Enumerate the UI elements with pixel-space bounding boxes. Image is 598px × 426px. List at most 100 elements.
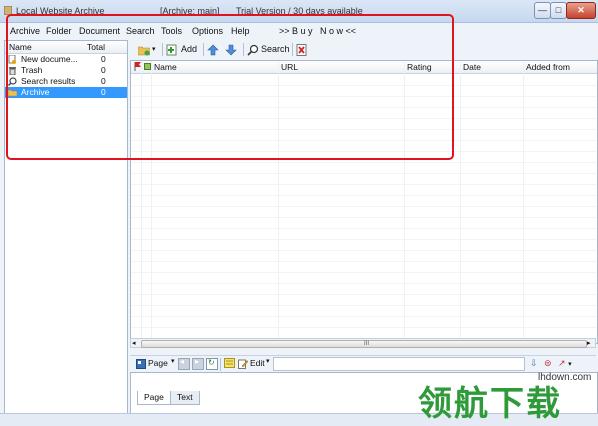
folder-item-search-results[interactable]: Search results 0: [5, 76, 127, 87]
header-name[interactable]: Name: [9, 42, 32, 52]
address-field[interactable]: [273, 357, 525, 371]
flag-icon[interactable]: [134, 62, 141, 71]
add-icon: [166, 44, 178, 56]
buy-now-link[interactable]: >> B u y N o w <<: [279, 26, 356, 36]
column-url[interactable]: URL: [281, 62, 298, 72]
folder-item-count: 0: [101, 54, 106, 64]
title-bar: Local Website Archive [Archive: main] Tr…: [0, 0, 598, 23]
scroll-right-icon[interactable]: ▸: [587, 339, 591, 347]
search-label: Search: [261, 44, 290, 54]
status-icon[interactable]: [144, 63, 151, 70]
minimize-button[interactable]: —: [534, 2, 551, 19]
column-added-from[interactable]: Added from: [526, 62, 570, 72]
back-button[interactable]: ◂: [178, 357, 190, 370]
menu-bar: Archive Folder Document Search Tools Opt…: [0, 23, 598, 39]
new-document-icon: [8, 55, 17, 64]
folder-item-label: Archive: [21, 87, 50, 97]
folder-panel-header: Name Total: [5, 41, 127, 54]
column-divider: [523, 61, 524, 343]
move-down-button[interactable]: [225, 41, 238, 58]
chevron-down-icon: ▾: [152, 46, 156, 53]
row-line: [131, 250, 597, 251]
toolbar-divider: [292, 43, 293, 56]
menu-search[interactable]: Search: [126, 26, 155, 36]
move-up-button[interactable]: [207, 41, 220, 58]
add-label: Add: [181, 44, 198, 54]
maximize-button[interactable]: □: [550, 2, 567, 19]
notes-button[interactable]: [224, 358, 235, 368]
column-rating[interactable]: Rating: [407, 62, 432, 72]
menu-help[interactable]: Help: [231, 26, 250, 36]
row-line: [131, 316, 597, 317]
search-icon: [8, 77, 17, 86]
chevron-down-icon: ▾: [171, 358, 175, 365]
menu-folder[interactable]: Folder: [46, 26, 72, 36]
close-button[interactable]: ✕: [566, 2, 596, 19]
folder-item-label: Trash: [21, 65, 43, 75]
folder-item-label: New docume...: [21, 54, 78, 64]
row-line: [131, 173, 597, 174]
magnifier-icon: [247, 44, 259, 56]
column-date[interactable]: Date: [463, 62, 481, 72]
folder-item-count: 0: [101, 65, 106, 75]
external-link-icon: ↗: [558, 358, 566, 368]
column-divider: [404, 61, 405, 343]
row-line: [131, 217, 597, 218]
row-line: [131, 151, 597, 152]
row-line: [131, 129, 597, 130]
scrollbar-thumb[interactable]: III: [141, 340, 587, 348]
row-line: [131, 96, 597, 97]
row-line: [131, 107, 597, 108]
row-line: [131, 184, 597, 185]
open-external-button[interactable]: ↗ ▾: [558, 358, 572, 369]
notes-icon: [224, 358, 235, 368]
menu-archive[interactable]: Archive: [10, 26, 40, 36]
folder-item-archive[interactable]: Archive 0: [5, 87, 127, 98]
download-button[interactable]: ⇩: [530, 358, 538, 369]
row-line: [131, 327, 597, 328]
row-line: [131, 261, 597, 262]
chevron-down-icon: ▾: [266, 358, 270, 365]
row-line: [131, 118, 597, 119]
menu-tools[interactable]: Tools: [161, 26, 182, 36]
new-folder-button[interactable]: ▾: [136, 41, 158, 58]
page-label: Page: [148, 358, 168, 368]
menu-options[interactable]: Options: [192, 26, 223, 36]
arrow-right-icon: ▸: [195, 357, 200, 366]
find-button[interactable]: ⊜: [544, 358, 552, 369]
refresh-button[interactable]: ↻: [206, 358, 218, 370]
folder-item-trash[interactable]: Trash 0: [5, 65, 127, 76]
refresh-icon: ↻: [208, 358, 215, 367]
search-button[interactable]: Search: [247, 41, 290, 58]
folder-panel: Name Total New docume... 0 Trash 0 Searc…: [4, 40, 128, 422]
row-line: [131, 140, 597, 141]
arrow-down-icon: [225, 44, 237, 56]
archive-label: [Archive: main]: [160, 6, 220, 16]
row-line: [131, 195, 597, 196]
document-list[interactable]: Name URL Rating Date Added from: [130, 60, 598, 344]
horizontal-scrollbar[interactable]: ◂ III ▸: [130, 338, 596, 348]
scroll-left-icon[interactable]: ◂: [132, 339, 136, 347]
tab-page[interactable]: Page: [137, 391, 171, 405]
folder-item-new-documents[interactable]: New docume... 0: [5, 54, 127, 65]
watermark-logo: 领航下载: [418, 384, 562, 424]
column-divider: [460, 61, 461, 343]
page-toolbar: Page ▾ ◂ ▸ ↻ Edit ▾ ⇩ ⊜ ↗ ▾: [130, 355, 596, 372]
folder-item-count: 0: [101, 76, 106, 86]
header-total[interactable]: Total: [87, 42, 105, 52]
toolbar-divider: [162, 43, 163, 56]
toolbar: ▾ Add Search: [130, 40, 596, 59]
add-button[interactable]: Add: [166, 41, 200, 58]
column-name[interactable]: Name: [154, 62, 177, 72]
column-divider: [141, 61, 142, 343]
tab-text[interactable]: Text: [170, 391, 200, 405]
find-icon: ⊜: [544, 358, 552, 368]
row-line: [131, 283, 597, 284]
row-line: [131, 239, 597, 240]
menu-document[interactable]: Document: [79, 26, 120, 36]
forward-button[interactable]: ▸: [192, 357, 204, 370]
delete-button[interactable]: [296, 41, 309, 58]
delete-icon: [296, 44, 308, 56]
scrollbar-grip: III: [364, 341, 370, 347]
chevron-down-icon: ▾: [568, 361, 572, 368]
